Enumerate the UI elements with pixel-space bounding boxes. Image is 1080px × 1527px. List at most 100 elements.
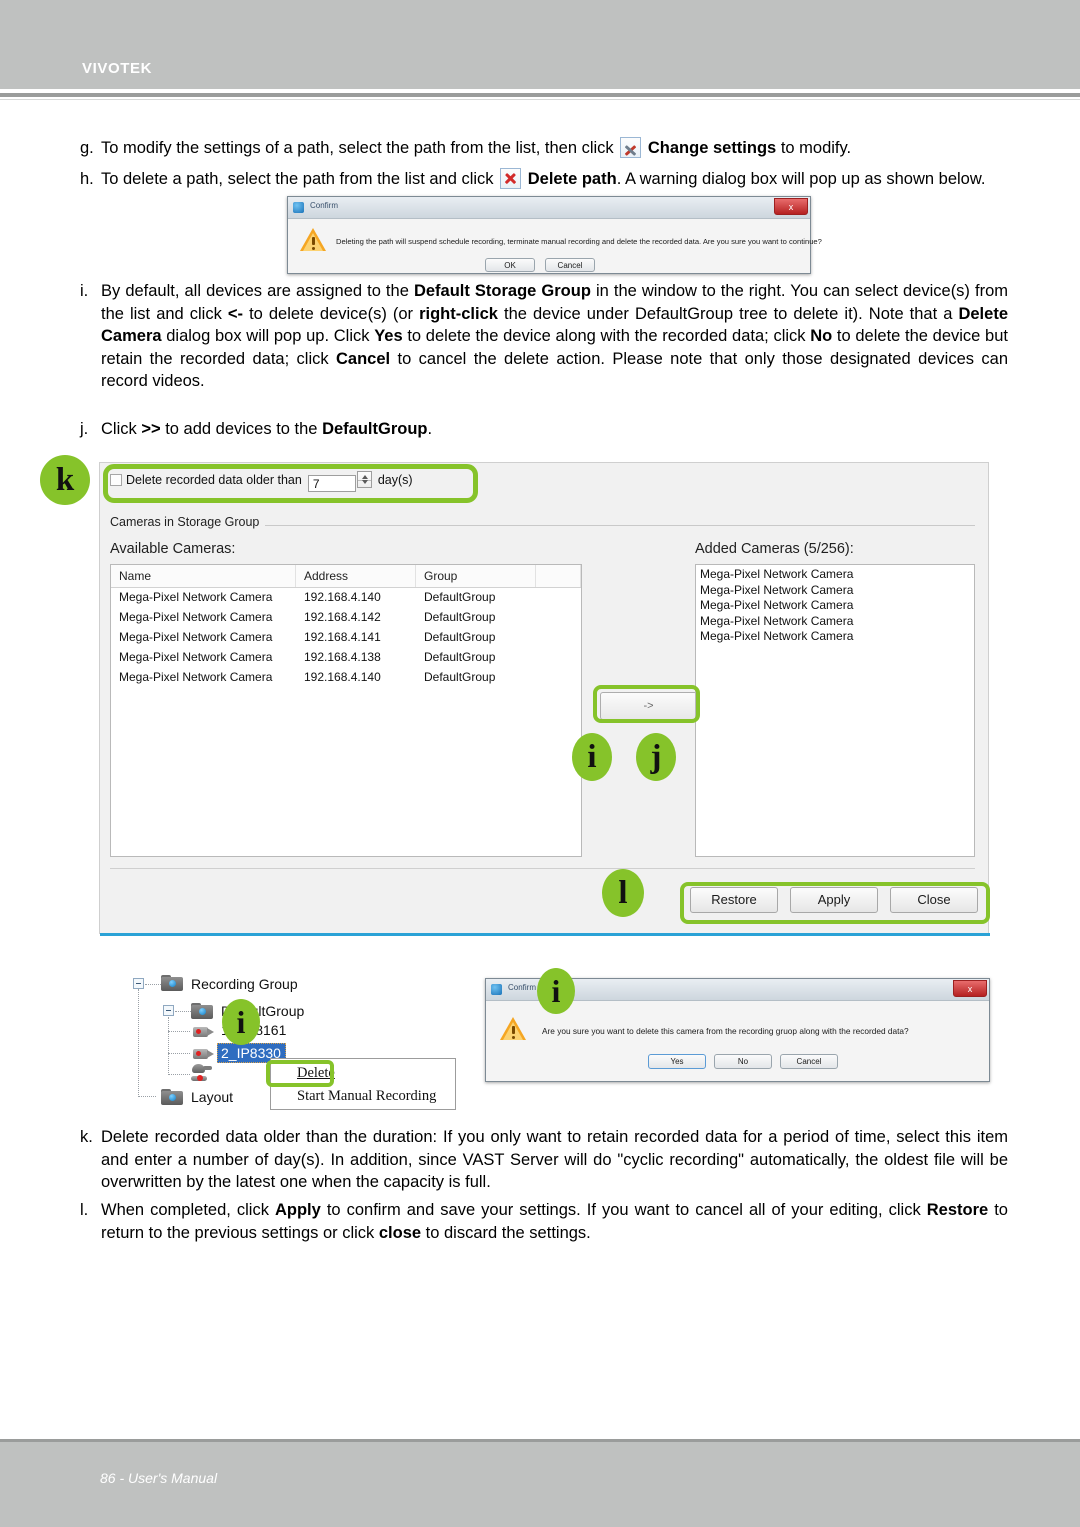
delete-camera-dialog-message: Are you sure you want to delete this cam… — [542, 1026, 909, 1036]
table-row[interactable]: Mega-Pixel Network Camera 192.168.4.140 De… — [111, 588, 581, 608]
delete-camera-yes-button[interactable]: Yes — [648, 1054, 706, 1069]
step-k-text: Delete recorded data older than the dura… — [101, 1126, 1008, 1194]
warning-dialog-ok-button[interactable]: OK — [485, 258, 535, 272]
body-text: to delete the device along with the reco… — [402, 327, 811, 346]
camera-icon-1 — [191, 1024, 215, 1039]
delete-icon[interactable] — [500, 168, 522, 189]
cell-group: DefaultGroup — [424, 650, 496, 664]
cell-name: Mega-Pixel Network Camera — [119, 630, 273, 644]
emphasis-text: DefaultGroup — [322, 420, 428, 438]
delete-older-checkbox[interactable] — [110, 474, 122, 486]
cell-group: DefaultGroup — [424, 630, 496, 644]
apply-button[interactable]: Apply — [790, 887, 878, 913]
warning-triangle-icon — [500, 1017, 526, 1041]
table-row[interactable]: Mega-Pixel Network Camera 192.168.4.140 De… — [111, 668, 581, 688]
step-g: g. To modify the settings of a path, sel… — [80, 137, 1010, 160]
context-menu-item-start-manual-recording[interactable]: Start Manual Recording — [297, 1088, 436, 1105]
column-header-address: Address — [296, 565, 416, 587]
added-cameras-title: Added Cameras (5/256): — [695, 541, 854, 557]
tree-item-recording-group[interactable]: Recording Group — [191, 976, 298, 992]
delete-older-days-input[interactable]: 7 — [307, 475, 356, 492]
delete-older-label: Delete recorded data older than — [126, 473, 302, 487]
available-cameras-rows: Mega-Pixel Network Camera 192.168.4.140 De… — [111, 588, 581, 688]
list-item[interactable]: Mega-Pixel Network Camera — [696, 583, 974, 599]
delete-camera-cancel-button[interactable]: Cancel — [780, 1054, 838, 1069]
warning-dialog-title: Confirm — [310, 201, 339, 210]
badge-i-dialog: i — [537, 968, 575, 1014]
page-footer: 86 - User's Manual — [0, 1442, 1080, 1527]
tree-connector-layout — [138, 1096, 156, 1098]
step-l: l. When completed, click Apply to confir… — [80, 1199, 1008, 1244]
added-cameras-list[interactable]: Mega-Pixel Network Camera Mega-Pixel Netw… — [695, 564, 975, 857]
step-j-text: Click >> to add devices to the DefaultGr… — [101, 418, 1008, 441]
tree-connector-5 — [168, 1074, 190, 1076]
tree-connector-3 — [168, 1031, 190, 1033]
table-row[interactable]: Mega-Pixel Network Camera 192.168.4.138 De… — [111, 648, 581, 668]
available-cameras-header: Name Address Group — [111, 565, 581, 588]
cell-name: Mega-Pixel Network Camera — [119, 610, 273, 624]
body-text: By default, all devices are assigned to … — [101, 282, 414, 300]
emphasis-text: No — [810, 327, 833, 346]
warning-dialog-body: Deleting the path will suspend schedule … — [288, 219, 822, 273]
tree-item-layout[interactable]: Layout — [191, 1089, 233, 1105]
expander-root[interactable] — [133, 978, 144, 989]
badge-j: j — [636, 733, 676, 781]
step-h-bold1: Delete path — [527, 170, 617, 188]
header-divider-light — [0, 99, 1080, 100]
expander-default-group[interactable] — [163, 1005, 174, 1016]
step-j: j. Click >> to add devices to the Defaul… — [80, 418, 1008, 441]
list-item[interactable]: Mega-Pixel Network Camera — [696, 598, 974, 614]
list-item[interactable]: Mega-Pixel Network Camera — [696, 614, 974, 630]
step-i: i. By default, all devices are assigned … — [80, 280, 1008, 393]
list-item[interactable]: Mega-Pixel Network Camera — [696, 629, 974, 645]
step-g-text: To modify the settings of a path, select… — [101, 137, 1010, 160]
step-g-part2: to modify. — [780, 139, 852, 157]
folder-icon-root — [161, 975, 183, 991]
tree-trunk — [138, 989, 140, 1097]
body-text: to discard the settings. — [421, 1223, 591, 1242]
body-text: to add devices to the — [160, 420, 323, 438]
cell-group: DefaultGroup — [424, 590, 496, 604]
warning-dialog-cancel-button[interactable]: Cancel — [545, 258, 595, 272]
badge-k: k — [40, 455, 90, 505]
column-header-spacer — [536, 565, 581, 587]
close-icon[interactable]: x — [774, 198, 808, 215]
step-g-bold1: Change settings — [647, 139, 777, 157]
emphasis-text: Restore — [926, 1201, 989, 1219]
folder-icon-layout — [161, 1089, 183, 1105]
camera-icon-2 — [191, 1046, 215, 1061]
close-icon[interactable]: x — [953, 980, 987, 997]
table-row[interactable]: Mega-Pixel Network Camera 192.168.4.141 De… — [111, 628, 581, 648]
available-cameras-list[interactable]: Name Address Group Mega-Pixel Network Ca… — [110, 564, 582, 857]
cell-address: 192.168.4.140 — [304, 590, 381, 604]
move-to-added-button[interactable]: -> — [600, 692, 697, 720]
delete-camera-no-button[interactable]: No — [714, 1054, 772, 1069]
body-text: Click — [101, 420, 142, 438]
delete-older-spinner[interactable] — [356, 471, 372, 488]
step-l-text: When completed, click Apply to confirm a… — [101, 1199, 1008, 1244]
step-g-part1: To modify the settings of a path, select… — [101, 139, 614, 157]
tools-icon[interactable] — [620, 137, 642, 158]
group-label: Cameras in Storage Group — [110, 515, 266, 529]
column-header-group: Group — [416, 565, 536, 587]
tree-connector-2 — [175, 1011, 191, 1013]
emphasis-text: Yes — [374, 327, 403, 346]
close-button[interactable]: Close — [890, 887, 978, 913]
step-i-marker: i. — [80, 282, 89, 300]
delete-camera-dialog-title: Confirm — [508, 983, 537, 992]
step-l-marker: l. — [80, 1201, 89, 1219]
cell-address: 192.168.4.142 — [304, 610, 381, 624]
vivotek-logo: VIVOTEK — [82, 60, 153, 77]
table-row[interactable]: Mega-Pixel Network Camera 192.168.4.142 De… — [111, 608, 581, 628]
page-header: VIVOTEK — [0, 0, 1080, 89]
cell-name: Mega-Pixel Network Camera — [119, 650, 273, 664]
context-menu-item-delete[interactable]: Delete — [297, 1065, 335, 1082]
emphasis-text: Apply — [274, 1201, 321, 1219]
warning-dialog-titlebar[interactable]: Confirm x — [288, 197, 810, 219]
list-item[interactable]: Mega-Pixel Network Camera — [696, 567, 974, 583]
restore-button[interactable]: Restore — [690, 887, 778, 913]
step-h-part2: . A warning dialog box will pop up as sh… — [616, 170, 986, 188]
body-text: dialog box will pop up. Click — [161, 327, 375, 346]
context-menu: Delete Start Manual Recording — [270, 1058, 456, 1110]
body-text: to delete device(s) (or — [243, 304, 420, 323]
